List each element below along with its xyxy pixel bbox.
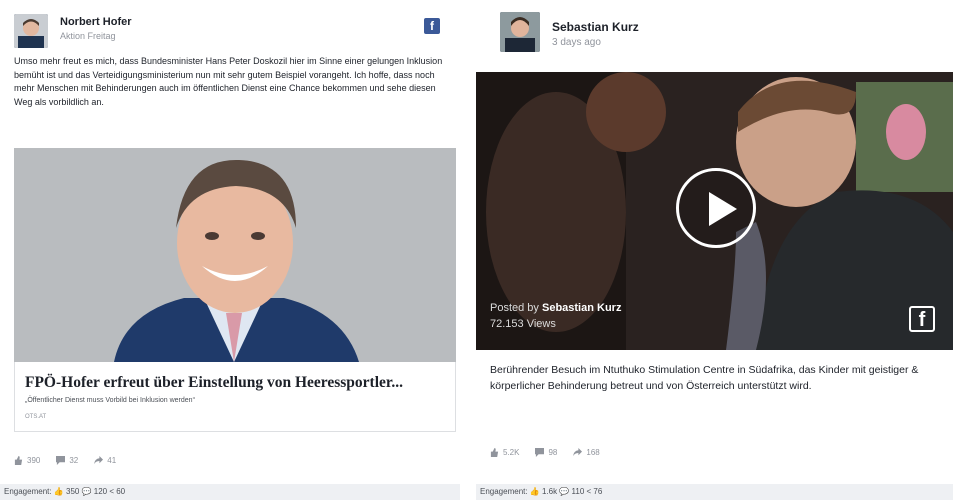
like-count[interactable]: 5.2K	[490, 448, 519, 457]
posted-by-prefix: Posted by	[490, 302, 539, 314]
share-count[interactable]: 168	[573, 448, 600, 457]
post-header: Norbert Hofer Aktion Freitag	[14, 10, 484, 50]
link-title[interactable]: FPÖ-Hofer erfreut über Einstellung von H…	[25, 374, 403, 392]
comment-count-value: 32	[69, 456, 79, 465]
video-player[interactable]: Posted by Sebastian Kurz 72.153 Views f	[476, 72, 953, 350]
post-body: Umso mehr freut es mich, dass Bundesmini…	[14, 56, 443, 107]
view-count: 72.153 Views	[490, 318, 556, 330]
like-count-value: 5.2K	[503, 448, 520, 457]
post-card-kurz: Sebastian Kurz 3 days ago Posted by Seba…	[476, 0, 953, 500]
engagement-bar: Engagement: 👍 1.6k 💬 110 < 76	[476, 484, 953, 500]
like-count-value: 390	[27, 456, 41, 465]
link-domain: OTS.AT	[25, 414, 47, 420]
post-caption: Berührender Besuch im Ntuthuko Stimulati…	[490, 364, 919, 392]
link-description: „Öffentlicher Dienst muss Vorbild bei In…	[25, 397, 195, 404]
post-timestamp[interactable]: 3 days ago	[552, 37, 601, 48]
share-count[interactable]: 41	[94, 456, 116, 465]
post-card-hofer: Norbert Hofer Aktion Freitag f Umso mehr…	[0, 0, 470, 500]
share-icon	[94, 456, 104, 465]
avatar[interactable]	[14, 14, 48, 48]
post-header: Sebastian Kurz 3 days ago	[490, 10, 953, 52]
posted-by: Posted by Sebastian Kurz	[490, 302, 621, 314]
author-name[interactable]: Sebastian Kurz	[552, 20, 639, 34]
link-image[interactable]	[14, 148, 456, 362]
comment-count[interactable]: 98	[535, 448, 557, 457]
comment-icon	[56, 456, 66, 465]
comment-count[interactable]: 32	[56, 456, 78, 465]
facebook-icon[interactable]: f	[909, 306, 935, 332]
play-icon[interactable]	[676, 168, 756, 248]
avatar[interactable]	[500, 12, 540, 52]
author-name[interactable]: Norbert Hofer	[60, 16, 132, 28]
posted-by-name[interactable]: Sebastian Kurz	[542, 302, 621, 314]
like-count[interactable]: 390	[14, 456, 40, 465]
comment-count-value: 98	[548, 448, 558, 457]
reaction-counts: 390 32 41	[14, 456, 116, 465]
share-count-value: 41	[107, 456, 117, 465]
engagement-bar: Engagement: 👍 350 💬 120 < 60	[0, 484, 460, 500]
reaction-counts: 5.2K 98 168	[490, 448, 600, 457]
like-icon	[490, 448, 499, 457]
share-count-value: 168	[586, 448, 600, 457]
comment-icon	[535, 448, 545, 457]
post-subtitle[interactable]: Aktion Freitag	[60, 31, 116, 41]
share-icon	[573, 448, 583, 457]
link-preview[interactable]: FPÖ-Hofer erfreut über Einstellung von H…	[14, 362, 456, 432]
facebook-icon[interactable]: f	[424, 18, 440, 34]
like-icon	[14, 456, 23, 465]
